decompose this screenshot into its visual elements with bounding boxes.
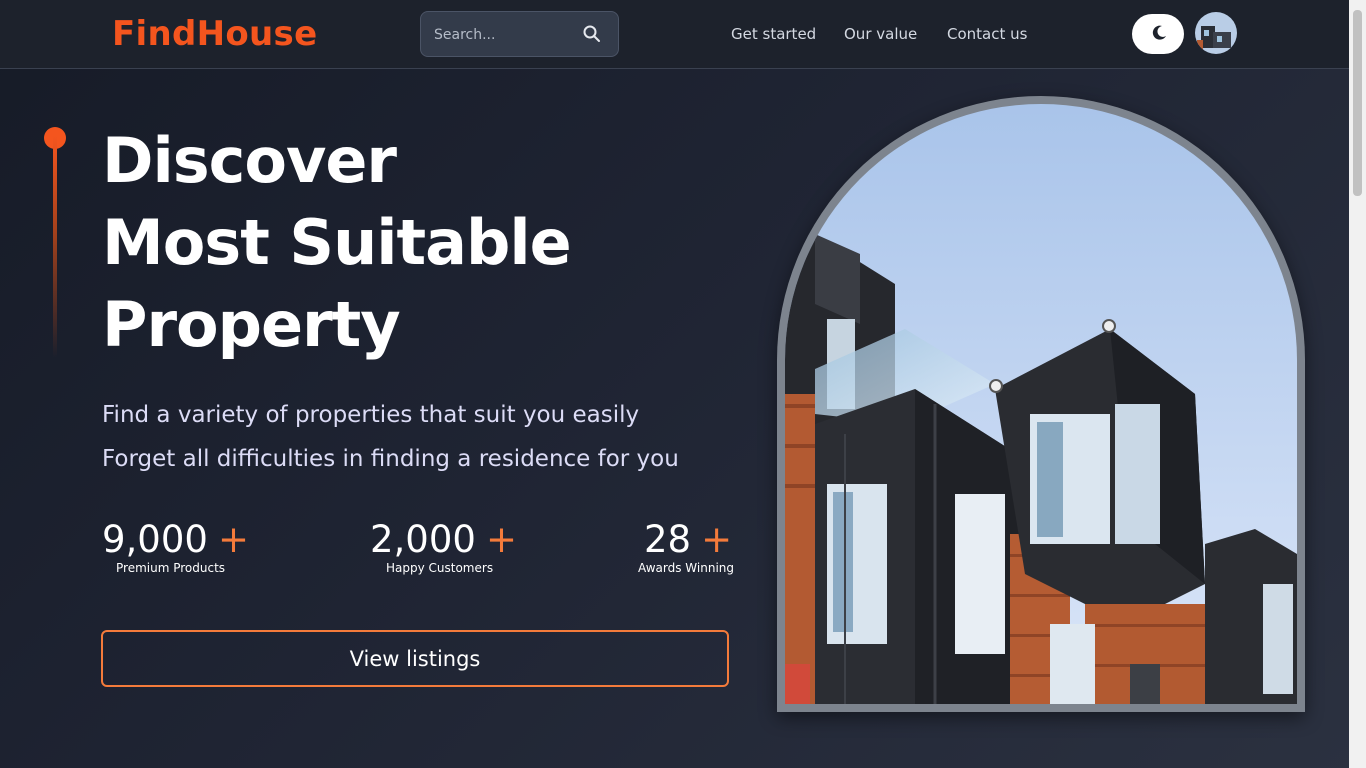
scrollbar-thumb[interactable] — [1353, 10, 1362, 196]
search-icon[interactable] — [583, 25, 601, 43]
accent-line — [53, 136, 57, 358]
hero-subtitle-line-2: Forget all difficulties in finding a res… — [102, 446, 679, 472]
nav-link-contact-us[interactable]: Contact us — [947, 25, 1027, 43]
nav-link-get-started[interactable]: Get started — [731, 25, 816, 43]
stat-awards-winning-value: 28 + — [644, 518, 733, 561]
theme-toggle-button[interactable] — [1132, 14, 1184, 54]
search-input[interactable] — [432, 23, 576, 47]
stat-happy-customers-value: 2,000 + — [370, 518, 517, 561]
brand-logo[interactable]: FindHouse — [112, 14, 317, 54]
moon-icon — [1152, 25, 1166, 40]
hero-subtitle-line-1: Find a variety of properties that suit y… — [102, 402, 640, 428]
view-listings-button[interactable]: View listings — [101, 630, 729, 687]
hero-title-line-2: Most Suitable — [102, 206, 572, 279]
stat-premium-products-value: 9,000 + — [102, 518, 249, 561]
page-scrollbar[interactable] — [1349, 0, 1366, 768]
hero-title-line-3: Property — [102, 288, 401, 361]
user-avatar[interactable] — [1195, 12, 1237, 54]
stat-awards-winning-label: Awards Winning — [638, 561, 734, 575]
nav-link-our-value[interactable]: Our value — [844, 25, 917, 43]
stat-happy-customers-label: Happy Customers — [386, 561, 494, 575]
hero-building-image — [785, 104, 1297, 704]
hero-title-line-1: Discover — [102, 124, 397, 197]
stat-premium-products-label: Premium Products — [116, 561, 226, 575]
navbar: FindHouse Get started Our value Contact … — [0, 0, 1349, 69]
